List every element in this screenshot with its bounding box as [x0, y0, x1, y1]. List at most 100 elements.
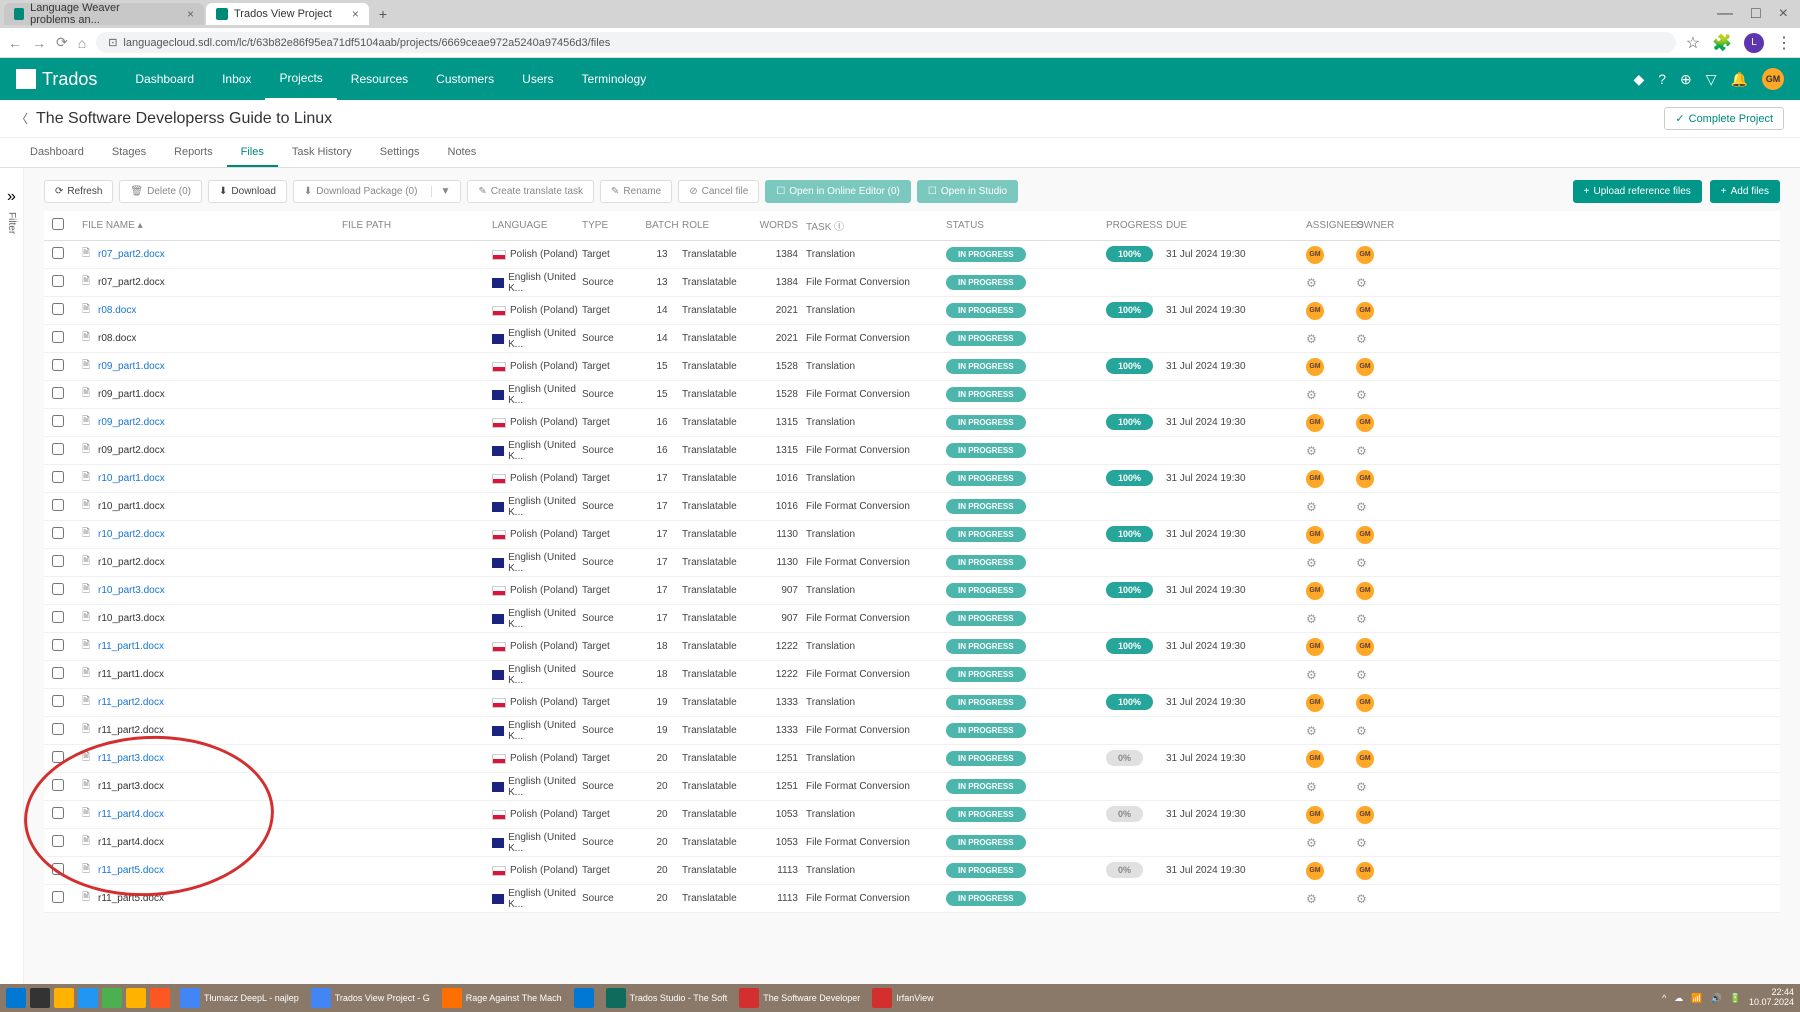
row-checkbox[interactable]: [52, 387, 64, 399]
upload-reference-button[interactable]: +Upload reference files: [1573, 180, 1702, 203]
filter-icon[interactable]: ▽: [1706, 71, 1717, 88]
gear-icon[interactable]: ⚙: [1356, 892, 1367, 906]
gear-icon[interactable]: ⚙: [1356, 444, 1367, 458]
start-button[interactable]: [6, 988, 26, 1008]
row-checkbox[interactable]: [52, 611, 64, 623]
firefox-icon[interactable]: [150, 988, 170, 1008]
gear-icon[interactable]: ⚙: [1306, 780, 1317, 794]
avatar[interactable]: GM: [1356, 246, 1374, 264]
file-name[interactable]: r08.docx: [98, 305, 358, 316]
row-checkbox[interactable]: [52, 751, 64, 763]
rename-button[interactable]: ✎Rename: [600, 180, 672, 203]
file-name[interactable]: r10_part3.docx: [98, 585, 358, 596]
explorer-icon[interactable]: [54, 988, 74, 1008]
col-task[interactable]: TASK ⓘ: [806, 218, 946, 233]
avatar[interactable]: GM: [1356, 862, 1374, 880]
gear-icon[interactable]: ⚙: [1306, 276, 1317, 290]
row-checkbox[interactable]: [52, 499, 64, 511]
tab-reports[interactable]: Reports: [160, 138, 227, 167]
gear-icon[interactable]: ⚙: [1306, 444, 1317, 458]
gear-icon[interactable]: ⚙: [1356, 724, 1367, 738]
table-row[interactable]: 🗎 r10_part2.docx English (United K... So…: [44, 549, 1780, 577]
taskbar-app[interactable]: Trados View Project - G: [305, 986, 436, 1010]
table-row[interactable]: 🗎 r10_part3.docx Polish (Poland) Target …: [44, 577, 1780, 605]
file-name[interactable]: r11_part4.docx: [98, 809, 358, 820]
gear-icon[interactable]: ⚙: [1356, 836, 1367, 850]
menu-icon[interactable]: ⋮: [1776, 33, 1792, 53]
taskbar-app[interactable]: The Software Developer: [733, 986, 866, 1010]
table-row[interactable]: 🗎 r09_part1.docx Polish (Poland) Target …: [44, 353, 1780, 381]
bookmark-icon[interactable]: ☆: [1686, 33, 1700, 53]
refresh-button[interactable]: ⟳Refresh: [44, 180, 113, 203]
tab-task-history[interactable]: Task History: [278, 138, 366, 167]
gear-icon[interactable]: ⚙: [1356, 780, 1367, 794]
table-row[interactable]: 🗎 r11_part5.docx Polish (Poland) Target …: [44, 857, 1780, 885]
volume-icon[interactable]: 🔊: [1711, 993, 1722, 1004]
file-name[interactable]: r11_part1.docx: [98, 641, 358, 652]
help-icon[interactable]: ?: [1658, 71, 1666, 87]
file-name[interactable]: r09_part2.docx: [98, 417, 358, 428]
nav-inbox[interactable]: Inbox: [208, 58, 265, 100]
row-checkbox[interactable]: [52, 891, 64, 903]
file-name[interactable]: r10_part1.docx: [98, 473, 358, 484]
gear-icon[interactable]: ⚙: [1306, 836, 1317, 850]
row-checkbox[interactable]: [52, 723, 64, 735]
col-progress[interactable]: PROGRESS: [1106, 220, 1166, 231]
table-row[interactable]: 🗎 r07_part2.docx English (United K... So…: [44, 269, 1780, 297]
avatar[interactable]: GM: [1306, 694, 1324, 712]
gear-icon[interactable]: ⚙: [1306, 724, 1317, 738]
row-checkbox[interactable]: [52, 555, 64, 567]
table-row[interactable]: 🗎 r08.docx Polish (Poland) Target 14 Tra…: [44, 297, 1780, 325]
col-language[interactable]: LANGUAGE: [492, 220, 582, 231]
site-info-icon[interactable]: ⊡: [108, 36, 117, 49]
cloud-icon[interactable]: ☁: [1674, 993, 1683, 1004]
tab-stages[interactable]: Stages: [98, 138, 160, 167]
create-task-button[interactable]: ✎Create translate task: [467, 180, 594, 203]
table-row[interactable]: 🗎 r07_part2.docx Polish (Poland) Target …: [44, 241, 1780, 269]
taskbar-app[interactable]: Rage Against The Mach: [436, 986, 568, 1010]
clock[interactable]: 22:44 10.07.2024: [1749, 988, 1794, 1008]
taskbar-app-icon[interactable]: [78, 988, 98, 1008]
avatar[interactable]: GM: [1306, 862, 1324, 880]
avatar[interactable]: GM: [1306, 582, 1324, 600]
cancel-file-button[interactable]: ⊘Cancel file: [678, 180, 759, 203]
row-checkbox[interactable]: [52, 695, 64, 707]
taskbar-app-icon[interactable]: [102, 988, 122, 1008]
gear-icon[interactable]: ⚙: [1306, 556, 1317, 570]
row-checkbox[interactable]: [52, 527, 64, 539]
avatar[interactable]: GM: [1306, 470, 1324, 488]
row-checkbox[interactable]: [52, 639, 64, 651]
gear-icon[interactable]: ⚙: [1306, 668, 1317, 682]
avatar[interactable]: GM: [1356, 582, 1374, 600]
gear-icon[interactable]: ⚙: [1356, 276, 1367, 290]
nav-customers[interactable]: Customers: [422, 58, 508, 100]
table-row[interactable]: 🗎 r09_part2.docx English (United K... So…: [44, 437, 1780, 465]
row-checkbox[interactable]: [52, 415, 64, 427]
extensions-icon[interactable]: 🧩: [1712, 33, 1732, 53]
open-studio-button[interactable]: ☐Open in Studio: [917, 180, 1018, 203]
close-window-icon[interactable]: ×: [1779, 5, 1788, 23]
gear-icon[interactable]: ⚙: [1356, 612, 1367, 626]
col-filepath[interactable]: FILE PATH: [342, 220, 492, 231]
select-all-checkbox[interactable]: [52, 218, 64, 230]
file-name[interactable]: r07_part2.docx: [98, 249, 358, 260]
avatar[interactable]: GM: [1306, 246, 1324, 264]
row-checkbox[interactable]: [52, 303, 64, 315]
file-name[interactable]: r09_part1.docx: [98, 361, 358, 372]
file-name[interactable]: r10_part2.docx: [98, 529, 358, 540]
tray-chevron-icon[interactable]: ^: [1662, 993, 1666, 1003]
avatar[interactable]: GM: [1356, 470, 1374, 488]
avatar[interactable]: GM: [1306, 302, 1324, 320]
nav-dashboard[interactable]: Dashboard: [121, 58, 208, 100]
avatar[interactable]: GM: [1356, 694, 1374, 712]
profile-avatar[interactable]: L: [1744, 33, 1764, 53]
row-checkbox[interactable]: [52, 779, 64, 791]
taskbar-app[interactable]: IrfanView: [866, 986, 939, 1010]
table-row[interactable]: 🗎 r11_part1.docx Polish (Poland) Target …: [44, 633, 1780, 661]
filter-sidebar[interactable]: » Filter: [0, 168, 24, 984]
globe-icon[interactable]: ⊕: [1680, 71, 1692, 88]
close-icon[interactable]: ×: [352, 7, 359, 21]
table-row[interactable]: 🗎 r08.docx English (United K... Source 1…: [44, 325, 1780, 353]
row-checkbox[interactable]: [52, 667, 64, 679]
table-row[interactable]: 🗎 r11_part2.docx English (United K... So…: [44, 717, 1780, 745]
